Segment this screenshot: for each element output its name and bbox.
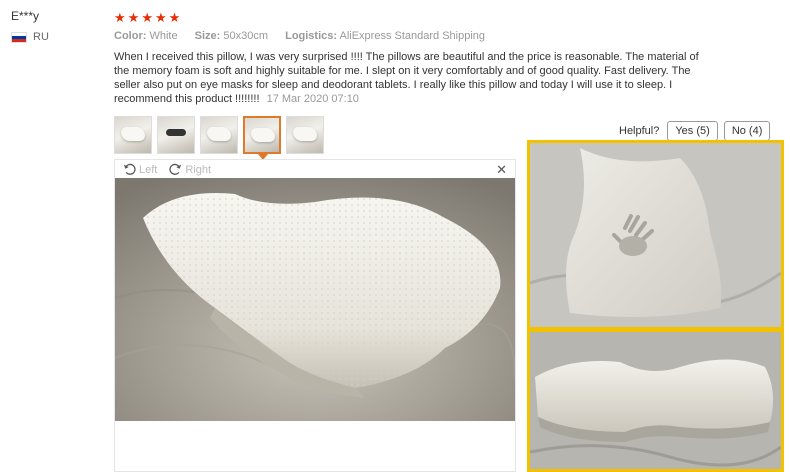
helpful-label: Helpful? <box>619 125 660 137</box>
rotate-right-icon <box>169 163 182 175</box>
star-icon: ★ <box>141 10 153 25</box>
russia-flag-icon <box>11 31 27 43</box>
photo-thumbnail[interactable] <box>114 116 152 154</box>
rotate-left-button[interactable]: Left <box>123 163 157 176</box>
star-icon: ★ <box>114 10 126 25</box>
star-icon: ★ <box>154 10 167 25</box>
rotate-left-label: Left <box>139 163 158 176</box>
rotate-left-icon <box>123 163 136 175</box>
highlighted-photo-top[interactable] <box>527 140 784 330</box>
reviewer-country: RU <box>11 31 49 43</box>
size-value: 50x30cm <box>223 30 269 42</box>
size-label: Size: <box>194 30 221 42</box>
color-value: White <box>149 30 178 42</box>
star-icon: ★ <box>127 10 140 25</box>
photo-thumbnail-active[interactable] <box>243 116 281 154</box>
highlighted-photo-bottom[interactable] <box>527 329 784 472</box>
photo-thumbnail[interactable] <box>286 116 324 154</box>
helpful-no-button[interactable]: No (4) <box>723 121 771 141</box>
photo-thumbnail[interactable] <box>200 116 238 154</box>
main-review-photo <box>115 178 515 421</box>
logistics-label: Logistics: <box>285 30 338 42</box>
helpful-yes-button[interactable]: Yes (5) <box>667 121 718 141</box>
pillow-side-photo <box>530 332 781 469</box>
helpful-vote: Helpful? Yes (5) No (4) <box>619 121 771 141</box>
color-label: Color: <box>114 30 147 42</box>
reviewer-name: E***y <box>11 9 40 23</box>
star-icon: ★ <box>168 10 181 25</box>
photo-thumbnail[interactable] <box>157 116 195 154</box>
rotate-right-button[interactable]: Right <box>169 163 211 176</box>
review-body: When I received this pillow, I was very … <box>114 50 704 106</box>
order-meta: Color: White Size: 50x30cm Logistics: Al… <box>114 30 499 42</box>
image-viewer: Left Right ✕ <box>114 159 516 472</box>
country-code: RU <box>33 31 49 43</box>
pillow-handprint-photo <box>530 143 781 327</box>
photo-thumbnails <box>114 116 324 154</box>
logistics-value: AliExpress Standard Shipping <box>339 30 486 42</box>
review-date: 17 Mar 2020 07:10 <box>266 93 359 105</box>
review-text: When I received this pillow, I was very … <box>114 51 699 105</box>
viewer-toolbar: Left Right <box>123 163 219 176</box>
rotate-right-label: Right <box>185 163 212 176</box>
close-icon[interactable]: ✕ <box>496 162 507 178</box>
star-rating: ★ ★ ★ ★ ★ <box>114 11 180 24</box>
pillow-photo <box>115 178 515 421</box>
